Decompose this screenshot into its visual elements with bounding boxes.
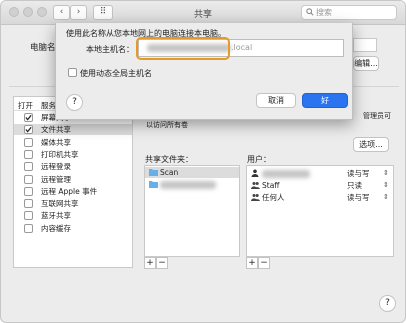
users-label: 用户： xyxy=(247,155,271,164)
user-icon xyxy=(251,169,259,180)
service-checkbox[interactable] xyxy=(24,186,33,196)
user-row[interactable]: 读与写 ⇕ xyxy=(247,168,393,179)
users-list: 读与写 ⇕ Staff 只读 ⇕ 任何人 读与写 ⇕ xyxy=(246,165,394,257)
redacted-folder-name xyxy=(160,180,216,189)
service-label: 打印机共享 xyxy=(41,149,79,159)
search-input[interactable]: 搜索 xyxy=(301,5,397,20)
folder-icon xyxy=(149,168,158,178)
options-button[interactable]: 选项... xyxy=(353,137,389,152)
service-label: 文件共享 xyxy=(41,125,71,135)
checkmark-icon xyxy=(25,114,32,121)
service-checkbox[interactable] xyxy=(24,199,33,209)
service-checkbox[interactable] xyxy=(24,162,33,172)
search-placeholder: 搜索 xyxy=(316,8,332,17)
shared-folders-label: 共享文件夹： xyxy=(145,155,193,164)
service-checkbox[interactable] xyxy=(24,113,33,122)
service-row[interactable]: 远程登录 xyxy=(14,161,132,172)
title-bar: ‹ › ⠿ 共享 搜索 xyxy=(1,1,405,25)
add-folder-button[interactable]: + xyxy=(144,257,156,269)
service-row[interactable]: 互联网共享 xyxy=(14,198,132,209)
service-row[interactable]: 远程管理 xyxy=(14,174,132,185)
user-name: Staff xyxy=(262,181,280,190)
focus-ring xyxy=(136,37,230,60)
help-button[interactable]: ? xyxy=(379,295,396,312)
dynamic-hostname-checkbox[interactable] xyxy=(68,68,77,77)
service-checkbox[interactable] xyxy=(24,149,33,159)
edit-button[interactable]: 编辑... xyxy=(353,56,379,71)
host-suffix: .local xyxy=(231,43,253,52)
service-checkbox[interactable] xyxy=(24,223,33,233)
service-row[interactable]: 媒体共享 xyxy=(14,137,132,148)
folder-row[interactable]: Scan xyxy=(145,167,239,178)
service-label: 内容缓存 xyxy=(41,223,71,233)
service-label: 蓝牙共享 xyxy=(41,211,71,221)
service-checkbox[interactable] xyxy=(24,137,33,147)
folder-name: Scan xyxy=(160,168,179,177)
updown-chevron-icon[interactable]: ⇕ xyxy=(383,168,389,179)
service-row[interactable]: 远程 Apple 事件 xyxy=(14,186,132,197)
search-icon xyxy=(306,8,314,16)
sharing-window: ‹ › ⠿ 共享 搜索 电脑名 编辑... 打开 服务 屏幕共享文件共享媒体共享… xyxy=(0,0,406,323)
host-label: 本地主机名： xyxy=(86,45,134,54)
ok-button[interactable]: 好 xyxy=(302,93,348,108)
group-icon xyxy=(251,181,260,192)
service-row[interactable]: 文件共享 xyxy=(14,124,132,136)
remove-user-button[interactable]: − xyxy=(258,257,270,269)
user-permission[interactable]: 读与写 xyxy=(347,168,370,179)
services-list: 打开 服务 屏幕共享文件共享媒体共享打印机共享远程登录远程管理远程 Apple … xyxy=(13,96,133,268)
hostname-sheet: 使用此名称从您本地网上的电脑连接本电脑。 本地主机名： .local 使用动态全… xyxy=(55,23,353,120)
column-service-label: 服务 xyxy=(41,101,56,110)
service-checkbox[interactable] xyxy=(24,211,33,221)
shared-folders-list: Scan xyxy=(144,165,240,257)
service-row[interactable]: 蓝牙共享 xyxy=(14,210,132,221)
user-row[interactable]: 任何人 读与写 ⇕ xyxy=(247,192,393,203)
service-label: 媒体共享 xyxy=(41,137,71,147)
column-on-label: 打开 xyxy=(18,101,33,110)
service-checkbox[interactable] xyxy=(24,174,33,184)
updown-chevron-icon[interactable]: ⇕ xyxy=(383,180,389,191)
checkmark-icon xyxy=(25,127,32,133)
computer-name-label: 电脑名 xyxy=(30,43,56,53)
service-row[interactable]: 内容缓存 xyxy=(14,223,132,234)
service-checkbox[interactable] xyxy=(24,125,33,135)
service-row[interactable]: 打印机共享 xyxy=(14,149,132,160)
remove-folder-button[interactable]: − xyxy=(156,257,168,269)
info-text: 管理员可 xyxy=(363,112,391,120)
redacted-user-name xyxy=(262,168,310,179)
group-icon xyxy=(251,193,260,204)
user-permission[interactable]: 读与写 xyxy=(347,192,370,203)
user-row[interactable]: Staff 只读 ⇕ xyxy=(247,180,393,191)
add-user-button[interactable]: + xyxy=(246,257,258,269)
service-label: 远程登录 xyxy=(41,162,71,172)
service-label: 远程管理 xyxy=(41,174,71,184)
dynamic-hostname-label: 使用动态全局主机名 xyxy=(80,69,152,78)
updown-chevron-icon[interactable]: ⇕ xyxy=(383,192,389,203)
service-label: 远程 Apple 事件 xyxy=(41,186,98,196)
user-permission[interactable]: 只读 xyxy=(347,180,362,191)
sheet-help-button[interactable]: ? xyxy=(66,94,83,111)
user-name: 任何人 xyxy=(262,193,285,202)
info-text-line2: 以访问所有卷 xyxy=(146,121,188,129)
computer-name-field[interactable] xyxy=(353,38,377,52)
folder-row[interactable] xyxy=(145,179,239,190)
service-label: 互联网共享 xyxy=(41,199,79,209)
folder-icon xyxy=(149,180,158,190)
cancel-button[interactable]: 取消 xyxy=(256,93,296,108)
